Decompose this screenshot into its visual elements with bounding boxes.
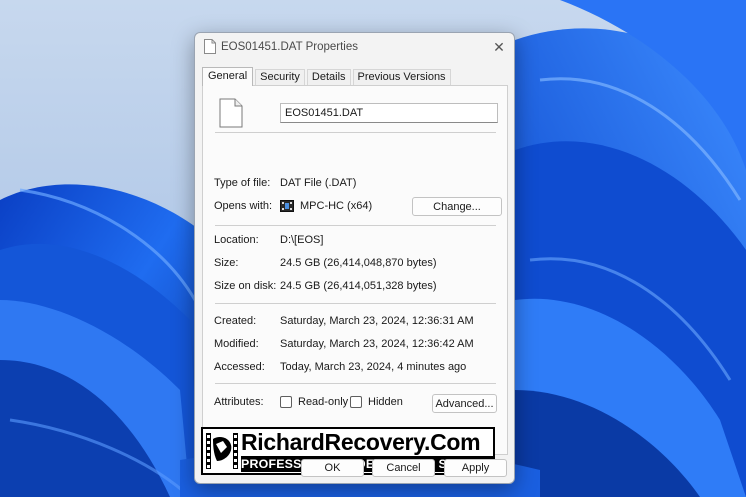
film-reel-logo-icon: [205, 431, 239, 471]
tab-details[interactable]: Details: [306, 69, 351, 85]
size-on-disk-value: 24.5 GB (26,414,051,328 bytes): [280, 280, 437, 292]
size-label: Size:: [214, 257, 239, 269]
location-value: D:\[EOS]: [280, 234, 324, 246]
opens-with-value: MPC-HC (x64): [300, 200, 373, 212]
accessed-value: Today, March 23, 2024, 4 minutes ago: [280, 361, 467, 373]
size-on-disk-label: Size on disk:: [214, 280, 277, 292]
hidden-checkbox[interactable]: [350, 396, 362, 408]
mpc-hc-app-icon: [280, 200, 294, 212]
type-value: DAT File (.DAT): [280, 177, 357, 189]
separator: [215, 225, 496, 226]
tab-general[interactable]: General: [202, 67, 254, 86]
accessed-label: Accessed:: [214, 361, 265, 373]
opens-with-label: Opens with:: [214, 200, 273, 212]
tab-previous-versions[interactable]: Previous Versions: [352, 69, 451, 85]
ok-button[interactable]: OK: [301, 459, 364, 477]
size-value: 24.5 GB (26,414,048,870 bytes): [280, 257, 437, 269]
created-value: Saturday, March 23, 2024, 12:36:31 AM: [280, 315, 474, 327]
change-button[interactable]: Change...: [412, 197, 502, 216]
general-panel: Type of file: DAT File (.DAT) Opens with…: [201, 85, 508, 475]
title-bar[interactable]: EOS01451.DAT Properties ✕: [195, 33, 514, 61]
type-label: Type of file:: [214, 177, 271, 189]
properties-dialog: EOS01451.DAT Properties ✕ General Securi…: [194, 32, 515, 484]
modified-value: Saturday, March 23, 2024, 12:36:42 AM: [280, 338, 474, 350]
blank-file-icon: [219, 98, 243, 128]
readonly-label: Read-only: [298, 396, 349, 408]
separator: [215, 303, 496, 304]
created-label: Created:: [214, 315, 257, 327]
watermark-title: RichardRecovery.Com: [241, 429, 481, 455]
tab-security[interactable]: Security: [255, 69, 305, 85]
location-label: Location:: [214, 234, 259, 246]
modified-label: Modified:: [214, 338, 259, 350]
filename-input[interactable]: [280, 103, 498, 123]
dialog-title: EOS01451.DAT Properties: [221, 41, 359, 53]
tab-strip: General Security Details Previous Versio…: [202, 67, 453, 86]
readonly-checkbox[interactable]: [280, 396, 292, 408]
cancel-button[interactable]: Cancel: [372, 459, 435, 477]
attributes-label: Attributes:: [214, 396, 264, 408]
apply-button[interactable]: Apply: [444, 459, 507, 477]
hidden-label: Hidden: [368, 396, 403, 408]
separator: [215, 132, 496, 133]
file-icon: [204, 39, 216, 54]
advanced-button[interactable]: Advanced...: [432, 394, 497, 413]
close-button[interactable]: ✕: [484, 33, 514, 61]
close-icon: ✕: [493, 38, 505, 55]
separator: [215, 383, 496, 384]
